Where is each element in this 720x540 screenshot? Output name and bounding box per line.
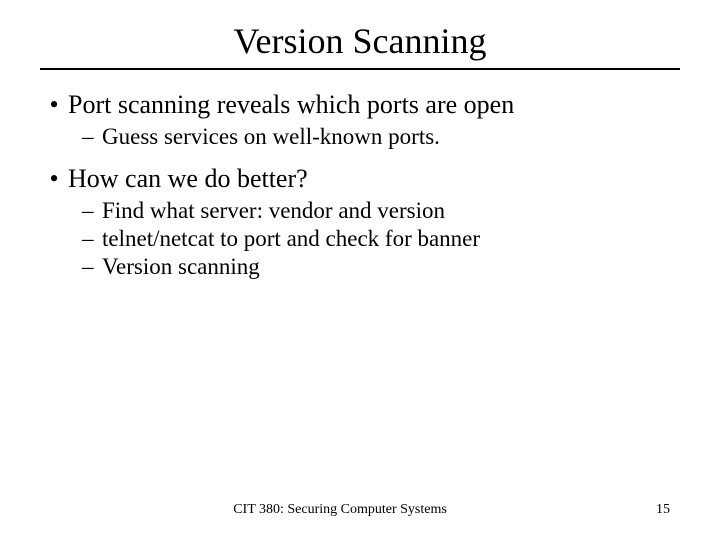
dash-marker: – [82, 254, 102, 280]
slide-footer: CIT 380: Securing Computer Systems 15 [0, 502, 720, 518]
bullet-level2: – telnet/netcat to port and check for ba… [82, 226, 680, 252]
footer-course: CIT 380: Securing Computer Systems [50, 502, 630, 518]
bullet-marker: • [40, 164, 68, 194]
bullet-level2: – Guess services on well-known ports. [82, 124, 680, 150]
bullet-text: Guess services on well-known ports. [102, 124, 440, 150]
bullet-marker: • [40, 90, 68, 120]
footer-page-number: 15 [630, 502, 670, 518]
slide-body: • Port scanning reveals which ports are … [0, 90, 720, 280]
title-underline [40, 68, 680, 70]
slide-title: Version Scanning [0, 0, 720, 68]
bullet-text: Find what server: vendor and version [102, 198, 445, 224]
dash-marker: – [82, 198, 102, 224]
bullet-text: Version scanning [102, 254, 260, 280]
bullet-level2: – Find what server: vendor and version [82, 198, 680, 224]
bullet-level2: – Version scanning [82, 254, 680, 280]
bullet-level1: • How can we do better? [40, 164, 680, 194]
dash-marker: – [82, 226, 102, 252]
bullet-level1: • Port scanning reveals which ports are … [40, 90, 680, 120]
bullet-text: How can we do better? [68, 164, 308, 194]
dash-marker: – [82, 124, 102, 150]
bullet-text: Port scanning reveals which ports are op… [68, 90, 514, 120]
bullet-text: telnet/netcat to port and check for bann… [102, 226, 480, 252]
